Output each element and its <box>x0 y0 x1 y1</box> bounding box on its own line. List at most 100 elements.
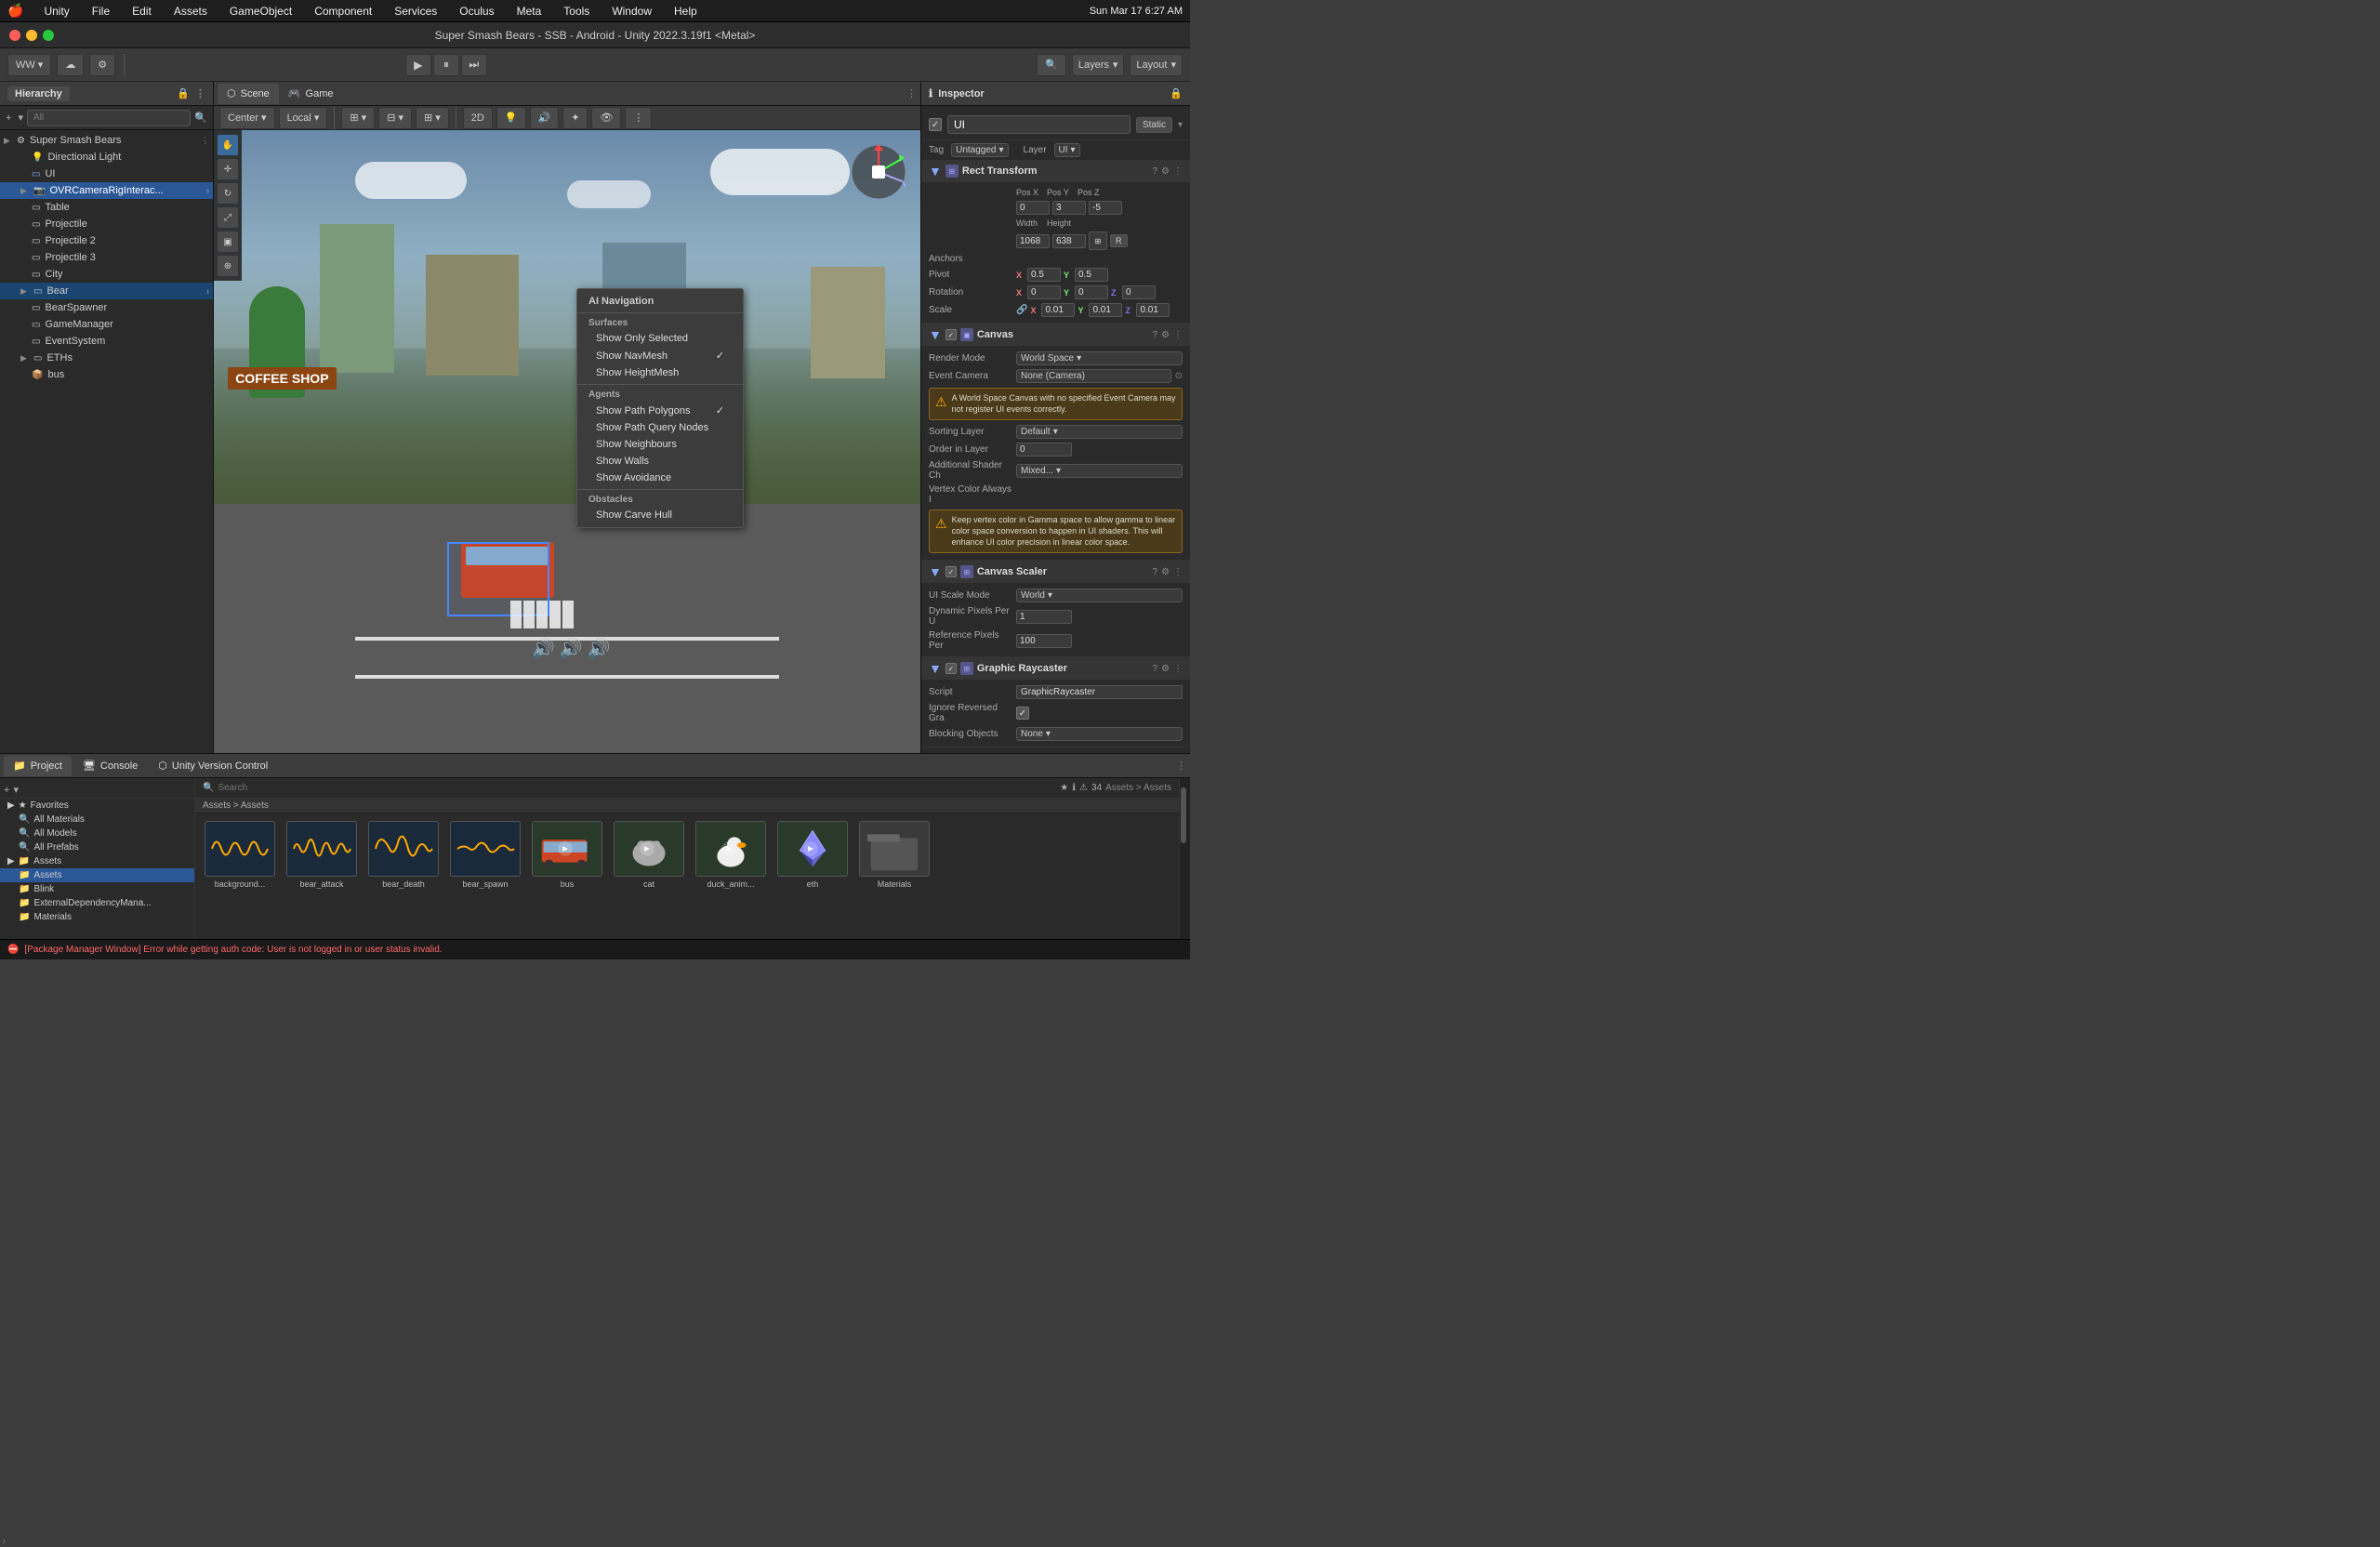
hierarchy-add-icon[interactable]: + <box>6 112 11 124</box>
tree-item-city[interactable]: ▭ City <box>0 266 213 283</box>
event-camera-target-icon[interactable]: ⊙ <box>1175 371 1183 381</box>
all-prefabs-folder[interactable]: 🔍 All Prefabs <box>0 840 194 854</box>
asset-bear-spawn[interactable]: bear_spawn <box>448 821 522 889</box>
tag-dropdown[interactable]: Untagged ▾ <box>951 143 1008 157</box>
rect-transform-settings-icon[interactable]: ⚙ <box>1161 166 1170 177</box>
effect-btn[interactable]: ✦ <box>562 107 588 129</box>
materials-folder[interactable]: 📁 Materials <box>0 910 194 924</box>
tree-item-projectile[interactable]: ▭ Projectile <box>0 216 213 232</box>
menu-services[interactable]: Services <box>389 3 443 20</box>
version-control-tab[interactable]: ⬡ Unity Version Control <box>149 756 277 776</box>
reset-button[interactable]: R <box>1110 234 1128 247</box>
hierarchy-search-input[interactable] <box>27 110 191 126</box>
tree-item-eths[interactable]: ▶ ▭ ETHs <box>0 350 213 366</box>
tree-item-bus[interactable]: 📦 bus <box>0 366 213 383</box>
render-mode-dropdown[interactable]: World Space ▾ <box>1016 351 1183 365</box>
menu-tools[interactable]: Tools <box>558 3 595 20</box>
local-dropdown[interactable]: Local ▾ <box>279 107 328 129</box>
asset-fav-icon[interactable]: ★ <box>1060 783 1068 793</box>
asset-scrollbar[interactable] <box>1179 778 1190 939</box>
rot-x-input[interactable] <box>1027 285 1061 299</box>
sorting-layer-dropdown[interactable]: Default ▾ <box>1016 425 1183 439</box>
asset-bear-death[interactable]: bear_death <box>366 821 441 889</box>
reference-pixels-input[interactable] <box>1016 634 1072 648</box>
inspector-lock-icon[interactable]: 🔒 <box>1170 87 1183 99</box>
tree-item-ovr-camera[interactable]: ▶ 📷 OVRCameraRigInterac... › <box>0 182 213 199</box>
canvas-enabled-checkbox[interactable]: ✓ <box>945 329 957 340</box>
hierarchy-options-icon[interactable]: ▾ <box>18 112 23 124</box>
snap-btn[interactable]: ⊞ ▾ <box>416 107 449 129</box>
ignore-reversed-checkbox[interactable]: ✓ <box>1016 707 1029 720</box>
layers-dropdown[interactable]: Layers ▾ <box>1072 54 1125 76</box>
project-tab[interactable]: 📁 Project <box>4 756 72 776</box>
pos-z-input[interactable] <box>1089 201 1122 215</box>
move-tool-btn[interactable]: ✛ <box>217 158 239 180</box>
ctx-show-navmesh[interactable]: Show NavMesh <box>577 347 743 364</box>
search-button[interactable]: 🔍 <box>1037 54 1066 76</box>
pivot-x-input[interactable] <box>1027 268 1061 282</box>
pos-y-input[interactable] <box>1052 201 1086 215</box>
asset-options-icon[interactable]: ▾ <box>13 784 19 796</box>
graphic-raycaster-settings-icon[interactable]: ⚙ <box>1161 664 1170 674</box>
canvas-scaler-checkbox[interactable]: ✓ <box>945 566 957 577</box>
tree-item-projectile2[interactable]: ▭ Projectile 2 <box>0 232 213 249</box>
ctx-show-avoidance[interactable]: Show Avoidance <box>577 469 743 486</box>
menu-edit[interactable]: Edit <box>126 3 157 20</box>
menu-assets[interactable]: Assets <box>168 3 213 20</box>
canvas-header[interactable]: ▼ ✓ ▣ Canvas ? ⚙ ⋮ <box>921 324 1190 346</box>
2d-btn[interactable]: 2D <box>463 107 493 129</box>
layer-dropdown[interactable]: UI ▾ <box>1054 143 1080 157</box>
canvas-scaler-menu-icon[interactable]: ⋮ <box>1173 567 1183 577</box>
menu-component[interactable]: Component <box>309 3 377 20</box>
object-name-input[interactable] <box>947 115 1130 134</box>
rotate-tool-btn[interactable]: ↻ <box>217 182 239 205</box>
additional-shader-dropdown[interactable]: Mixed... ▾ <box>1016 464 1183 478</box>
pause-button[interactable]: ⏸ <box>433 54 459 76</box>
scale-z-input[interactable] <box>1136 303 1170 317</box>
canvas-scaler-settings-icon[interactable]: ⚙ <box>1161 567 1170 577</box>
scene-menu-icon[interactable]: ⋮ <box>906 87 917 99</box>
menu-unity[interactable]: Unity <box>38 3 74 20</box>
asset-eth[interactable]: eth <box>775 821 850 889</box>
asset-bus[interactable]: bus <box>530 821 604 889</box>
canvas-help-icon[interactable]: ? <box>1152 330 1157 340</box>
width-input[interactable] <box>1016 234 1050 248</box>
ctx-show-path-polygons[interactable]: Show Path Polygons <box>577 402 743 419</box>
scene-options-btn[interactable]: ⋮ <box>625 107 652 129</box>
blocking-objects-dropdown[interactable]: None ▾ <box>1016 727 1183 741</box>
hierarchy-lock-icon[interactable]: 🔒 <box>177 87 190 99</box>
event-camera-dropdown[interactable]: None (Camera) <box>1016 369 1171 383</box>
hierarchy-filter-icon[interactable]: 🔍 <box>194 112 207 124</box>
order-in-layer-input[interactable] <box>1016 443 1072 456</box>
tree-item-ui[interactable]: ▭ UI <box>0 165 213 182</box>
maximize-button[interactable] <box>43 30 54 41</box>
rect-tool-btn[interactable]: ▣ <box>217 231 239 253</box>
hierarchy-tab[interactable]: Hierarchy <box>7 86 70 101</box>
scale-y-input[interactable] <box>1089 303 1122 317</box>
transform-tool-btn[interactable]: ⊕ <box>217 255 239 277</box>
hierarchy-menu-icon[interactable]: ⋮ <box>195 87 205 99</box>
menu-gameobject[interactable]: GameObject <box>224 3 298 20</box>
canvas-scaler-header[interactable]: ▼ ✓ ⊞ Canvas Scaler ? ⚙ ⋮ <box>921 561 1190 583</box>
tree-item-projectile3[interactable]: ▭ Projectile 3 <box>0 249 213 266</box>
blink-folder[interactable]: 📁 Blink <box>0 882 194 896</box>
rot-y-input[interactable] <box>1075 285 1108 299</box>
ctx-show-path-query-nodes[interactable]: Show Path Query Nodes <box>577 419 743 436</box>
tree-item-gamemanager[interactable]: ▭ GameManager <box>0 316 213 333</box>
tree-item-super-smash-bears[interactable]: ▶ ⚙ Super Smash Bears ⋮ <box>0 132 213 149</box>
navigation-gizmo[interactable] <box>846 139 911 205</box>
scene-view[interactable]: COFFEE SHOP <box>214 130 920 753</box>
static-dropdown-icon[interactable]: ▾ <box>1178 120 1183 130</box>
graphic-raycaster-checkbox[interactable]: ✓ <box>945 663 957 674</box>
hierarchy-item-menu-icon[interactable]: ⋮ <box>201 136 209 146</box>
ctx-show-heightmesh[interactable]: Show HeightMesh <box>577 364 743 381</box>
asset-bear-attack[interactable]: bear_attack <box>284 821 359 889</box>
rect-btn[interactable]: ⊟ ▾ <box>378 107 412 129</box>
menu-file[interactable]: File <box>86 3 115 20</box>
scale-tool-btn[interactable]: ⤢ <box>217 206 239 229</box>
all-materials-folder[interactable]: 🔍 All Materials <box>0 813 194 826</box>
settings-button[interactable]: ⚙ <box>89 54 115 76</box>
game-tab[interactable]: 🎮 Game <box>279 84 343 104</box>
menu-meta[interactable]: Meta <box>511 3 548 20</box>
tree-item-eventsystem[interactable]: ▭ EventSystem <box>0 333 213 350</box>
